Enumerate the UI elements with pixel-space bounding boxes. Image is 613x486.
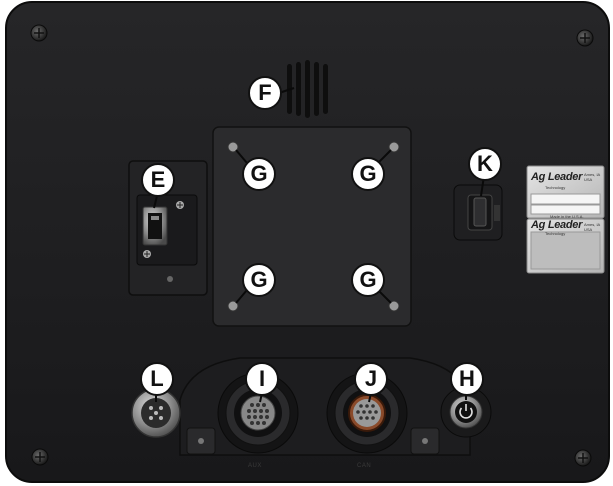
callout-f: F — [248, 76, 282, 110]
corner-screw-top-right — [576, 29, 594, 47]
corner-screw-bottom-left — [31, 448, 49, 466]
port-j-label: CAN — [357, 463, 372, 469]
port-i-label: AUX — [248, 463, 262, 469]
callout-g-bottom-right: G — [351, 263, 385, 297]
callout-k: K — [468, 147, 502, 181]
callout-h: H — [450, 362, 484, 396]
callout-l: L — [140, 362, 174, 396]
brand-label-bottom: Ag Leader — [531, 219, 583, 231]
usb-port[interactable] — [142, 206, 168, 246]
callout-i: I — [245, 362, 279, 396]
slide-switch[interactable] — [453, 184, 503, 241]
brand-sub-bottom: Technology — [545, 231, 566, 236]
usb-screw-bottom — [143, 250, 151, 258]
corner-screw-top-left — [30, 24, 48, 42]
callout-g-bottom-left: G — [242, 263, 276, 297]
device-illustration — [5, 1, 610, 483]
brand-city-top: Ames, IA USA — [584, 172, 601, 182]
brand-sub-top: Technology — [545, 185, 566, 190]
corner-screw-bottom-right — [574, 449, 592, 467]
brand-city-bottom: Ames, IA USA — [584, 222, 601, 232]
display-back-panel: F E G G G G K L I J H Ag Leader Technolo… — [0, 0, 613, 486]
callout-j: J — [354, 362, 388, 396]
callout-g-top-right: G — [351, 157, 385, 191]
usb-screw-top — [176, 201, 184, 209]
callout-g-top-left: G — [242, 157, 276, 191]
callout-e: E — [141, 163, 175, 197]
brand-label-top: Ag Leader — [531, 171, 583, 183]
